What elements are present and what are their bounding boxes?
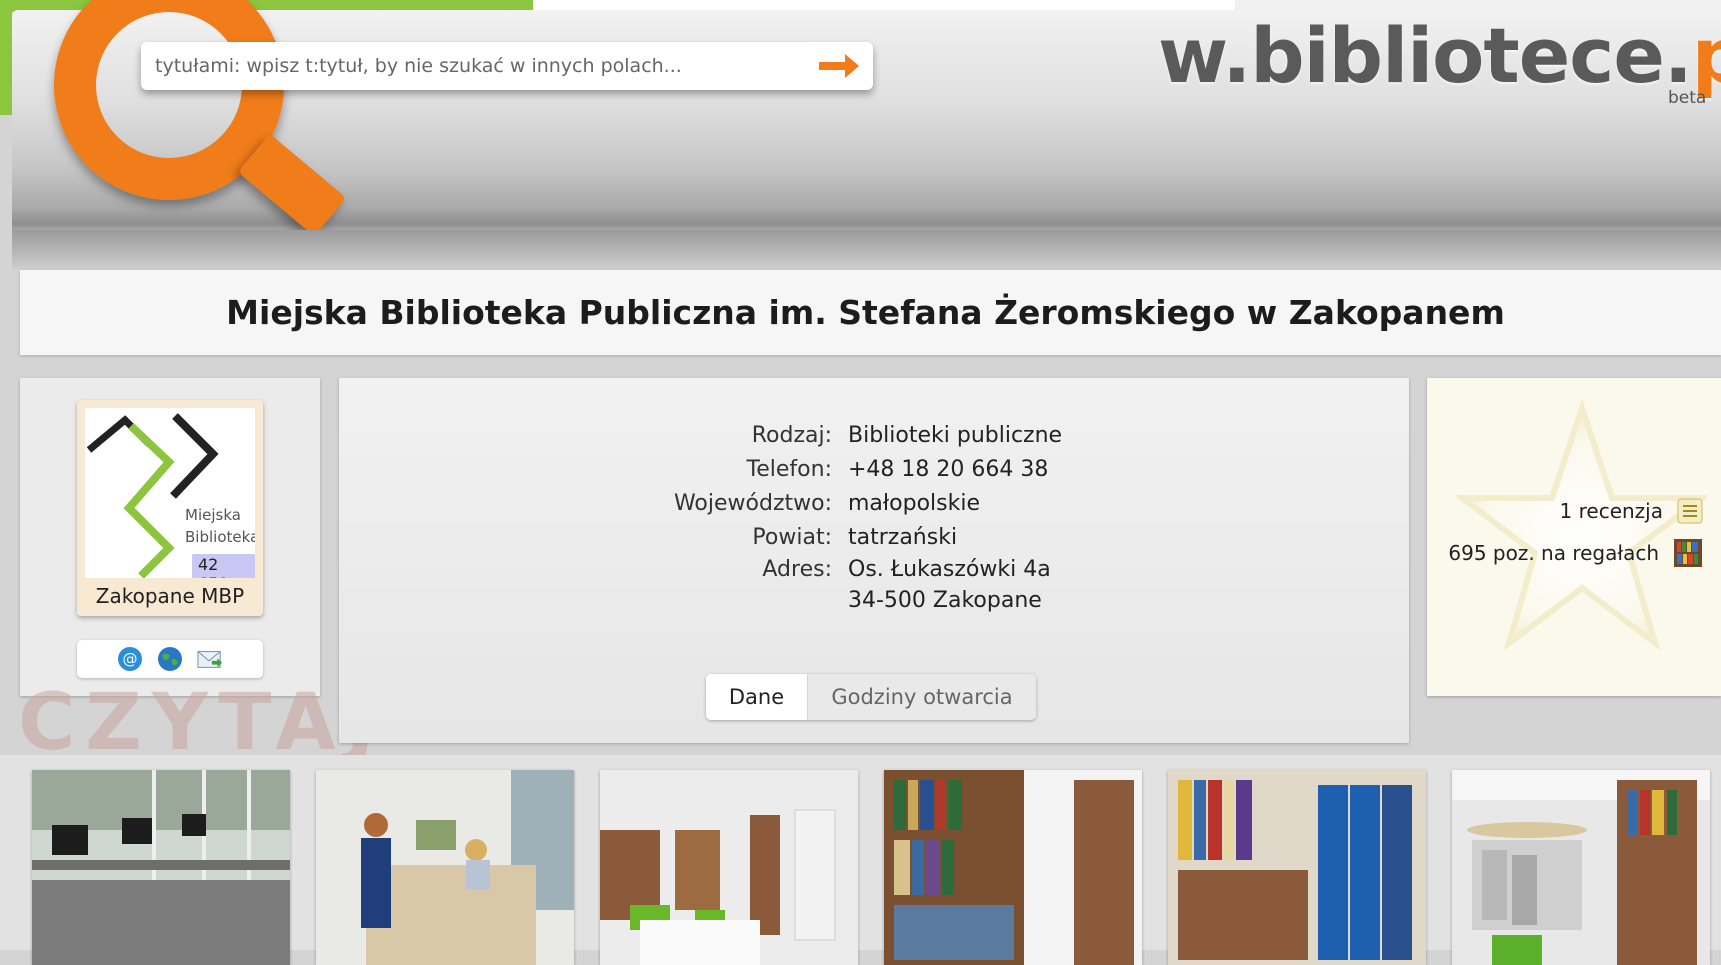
svg-text:@: @ bbox=[123, 650, 138, 668]
detail-row-wojewodztwo: Województwo: małopolskie bbox=[339, 486, 1409, 520]
top-white-strip bbox=[533, 0, 1235, 10]
reviews-link[interactable]: 1 recenzja bbox=[1560, 498, 1703, 524]
library-count-badge: 42 650 bbox=[192, 554, 255, 578]
brand-name: w.bibliotece. bbox=[1158, 11, 1693, 100]
shelves-link[interactable]: 695 poz. na regałach bbox=[1448, 538, 1703, 568]
library-tile[interactable]: Miejska Biblioteka 42 650 Zakopane MBP bbox=[77, 400, 263, 616]
library-logo: Miejska Biblioteka 42 650 bbox=[85, 408, 255, 578]
gallery-photo[interactable] bbox=[884, 770, 1142, 965]
gallery-photo[interactable] bbox=[1168, 770, 1426, 965]
photo-gallery bbox=[0, 755, 1721, 965]
site-header: w.bibliotece.pl beta bbox=[12, 0, 1721, 237]
photo-reception-desk bbox=[316, 770, 574, 965]
details-panel: Rodzaj: Biblioteki publiczne Telefon: +4… bbox=[339, 378, 1409, 743]
bookshelf-icon bbox=[1674, 539, 1702, 567]
search-input[interactable] bbox=[141, 45, 811, 87]
detail-value-address: Os. Łukaszówki 4a 34-500 Zakopane bbox=[848, 554, 1051, 616]
details-list: Rodzaj: Biblioteki publiczne Telefon: +4… bbox=[339, 418, 1409, 616]
address-line-2: 34-500 Zakopane bbox=[848, 588, 1042, 613]
brand-logo[interactable]: w.bibliotece.pl bbox=[1158, 18, 1721, 94]
detail-row-adres: Adres: Os. Łukaszówki 4a 34-500 Zakopane bbox=[339, 554, 1409, 616]
search-submit-button[interactable] bbox=[811, 44, 867, 88]
detail-value: tatrzański bbox=[848, 524, 958, 550]
details-tabs: Dane Godziny otwarcia bbox=[706, 674, 1036, 720]
globe-icon[interactable] bbox=[157, 646, 183, 672]
detail-row-rodzaj: Rodzaj: Biblioteki publiczne bbox=[339, 418, 1409, 452]
logo-text-line: Biblioteka bbox=[185, 528, 255, 546]
gallery-photo[interactable] bbox=[32, 770, 290, 965]
brand-beta-label: beta bbox=[1668, 88, 1707, 108]
photo-bookshelves bbox=[884, 770, 1142, 965]
arrow-right-icon bbox=[819, 54, 859, 78]
photo-book-spines bbox=[1168, 770, 1426, 965]
email-at-icon[interactable]: @ bbox=[117, 646, 143, 672]
detail-value: Biblioteki publiczne bbox=[848, 422, 1063, 448]
library-logo-text: Miejska Biblioteka bbox=[185, 504, 255, 548]
left-accent-bar bbox=[0, 0, 12, 115]
gallery-photo[interactable] bbox=[316, 770, 574, 965]
detail-value: +48 18 20 664 38 bbox=[848, 456, 1049, 482]
header-shadow bbox=[12, 230, 1721, 270]
title-bar: Miejska Biblioteka Publiczna im. Stefana… bbox=[20, 270, 1721, 355]
contact-icons: @ bbox=[77, 640, 263, 678]
shelves-count: 695 poz. na regałach bbox=[1448, 541, 1659, 565]
review-list-icon bbox=[1677, 498, 1703, 524]
library-logo-graphic bbox=[86, 413, 219, 578]
brand-name-accent: pl bbox=[1691, 11, 1721, 100]
logo-text-line: Miejska bbox=[185, 506, 241, 524]
detail-label: Powiat: bbox=[752, 524, 832, 550]
detail-label: Telefon: bbox=[746, 456, 832, 482]
detail-value: małopolskie bbox=[848, 490, 981, 516]
top-light-strip bbox=[1235, 0, 1721, 10]
page-title: Miejska Biblioteka Publiczna im. Stefana… bbox=[226, 293, 1505, 332]
star-background-icon bbox=[1457, 398, 1707, 651]
gallery-photo[interactable] bbox=[1452, 770, 1710, 965]
tab-dane[interactable]: Dane bbox=[706, 674, 807, 720]
detail-label: Rodzaj: bbox=[751, 422, 832, 448]
search-bar bbox=[141, 42, 873, 90]
gallery-photo[interactable] bbox=[600, 770, 858, 965]
library-short-name: Zakopane MBP bbox=[95, 584, 245, 608]
photo-library-interior bbox=[600, 770, 858, 965]
stats-panel: 1 recenzja 695 poz. na regałach bbox=[1427, 378, 1721, 696]
detail-label: Adres: bbox=[762, 557, 832, 582]
photo-newspaper-stand bbox=[1452, 770, 1710, 965]
detail-label: Województwo: bbox=[673, 490, 832, 516]
mail-icon[interactable] bbox=[197, 646, 223, 672]
address-line-1: Os. Łukaszówki 4a bbox=[848, 557, 1051, 582]
photo-reading-room bbox=[32, 770, 290, 965]
reviews-count: 1 recenzja bbox=[1559, 499, 1663, 523]
detail-row-powiat: Powiat: tatrzański bbox=[339, 520, 1409, 554]
tab-godziny-otwarcia[interactable]: Godziny otwarcia bbox=[807, 674, 1036, 720]
detail-row-telefon: Telefon: +48 18 20 664 38 bbox=[339, 452, 1409, 486]
